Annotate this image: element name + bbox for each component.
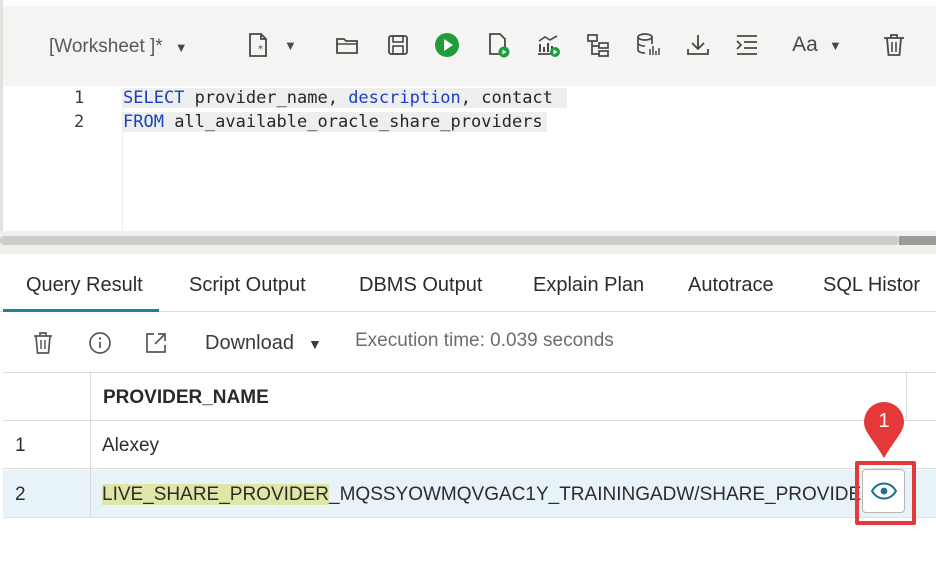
scrollbar-thumb[interactable] [899,236,936,245]
chevron-down-icon: ▼ [307,335,322,352]
save-icon[interactable] [383,30,413,60]
download-label: Download [205,332,294,354]
open-folder-icon[interactable] [332,30,362,60]
tab-script-output[interactable]: Script Output [189,274,306,297]
line-number-gutter: 1 2 [6,86,123,231]
chevron-down-icon: ▼ [174,39,188,55]
column-header[interactable]: PROVIDER_NAME [103,387,269,409]
font-size-label: Aa [792,33,818,56]
table-cell[interactable]: LIVE_SHARE_PROVIDER_MQSSYOWMQVGAC1Y_TRAI… [102,484,862,506]
table-cell[interactable]: Alexey [102,435,862,457]
tab-autotrace[interactable]: Autotrace [688,274,774,297]
sql-text: all_available_oracle_share_providers [163,112,543,132]
output-tabs: Query Result Script Output DBMS Output E… [0,254,936,312]
tab-explain-plan[interactable]: Explain Plan [533,274,644,297]
open-in-new-window-icon[interactable] [142,329,170,357]
worksheet-toolbar: [Worksheet ]* ▼ * ▼ Aa ▼ [0,0,936,86]
execution-time: Execution time: 0.039 seconds [355,330,614,351]
autotrace-icon[interactable] [533,30,563,60]
sql-editor[interactable]: 1 2 SELECT provider_name, description, c… [0,86,936,231]
sql-keyword: SELECT [123,88,185,108]
tab-dbms-output[interactable]: DBMS Output [359,274,482,297]
horizontal-scrollbar[interactable] [0,236,899,245]
grid-header: PROVIDER_NAME [3,373,936,421]
download-dropdown[interactable]: Download ▼ [205,332,322,355]
trash-icon[interactable] [879,30,909,60]
svg-text:*: * [258,44,263,55]
run-statement-icon[interactable] [432,30,462,60]
cell-value: Alexey [102,435,160,456]
run-script-icon[interactable] [483,30,513,60]
view-value-button[interactable] [862,469,905,513]
callout-number: 1 [878,410,890,432]
new-file-icon[interactable]: * [243,30,273,60]
font-size-icon[interactable]: Aa [789,30,821,60]
code-line-1[interactable]: SELECT provider_name, description, conta… [123,88,568,108]
line-number: 1 [74,88,85,108]
sql-keyword: FROM [123,112,164,132]
table-row[interactable]: 1 Alexey [3,421,936,469]
column-divider [906,373,907,421]
format-icon[interactable] [732,30,762,60]
worksheet-selector[interactable]: [Worksheet ]* ▼ [49,36,188,58]
sql-text: provider_name, [184,88,349,108]
tab-query-result[interactable]: Query Result [26,274,143,297]
worksheet-label: [Worksheet ]* [49,36,163,57]
eye-icon [870,482,897,500]
toolbar-top-strip [3,0,936,6]
row-number: 1 [15,435,26,456]
chevron-down-icon[interactable]: ▼ [829,38,842,53]
line-number: 2 [74,112,85,132]
result-grid: PROVIDER_NAME 1 Alexey 2 LIVE_SHARE_PROV… [3,372,936,572]
trash-icon[interactable] [29,329,57,357]
table-row[interactable]: 2 LIVE_SHARE_PROVIDER_MQSSYOWMQVGAC1Y_TR… [3,470,936,518]
tab-sql-history[interactable]: SQL Histor [823,274,920,297]
download-icon[interactable] [683,30,713,60]
explain-plan-icon[interactable] [583,30,613,60]
column-divider [90,373,91,518]
info-icon[interactable] [86,329,114,357]
code-line-2[interactable]: FROM all_available_oracle_share_provider… [123,112,547,132]
sql-keyword: description [348,88,461,108]
database-icon[interactable] [633,30,663,60]
chevron-down-icon[interactable]: ▼ [284,38,297,53]
result-toolbar: Download ▼ Execution time: 0.039 seconds [0,312,936,372]
cell-value: _MQSSYOWMQVGAC1Y_TRAININGADW/SHARE_PROVI… [329,484,862,505]
row-number: 2 [15,484,26,505]
sql-text: , contact [460,88,564,108]
search-highlight: LIVE_SHARE_PROVIDER [102,484,330,505]
